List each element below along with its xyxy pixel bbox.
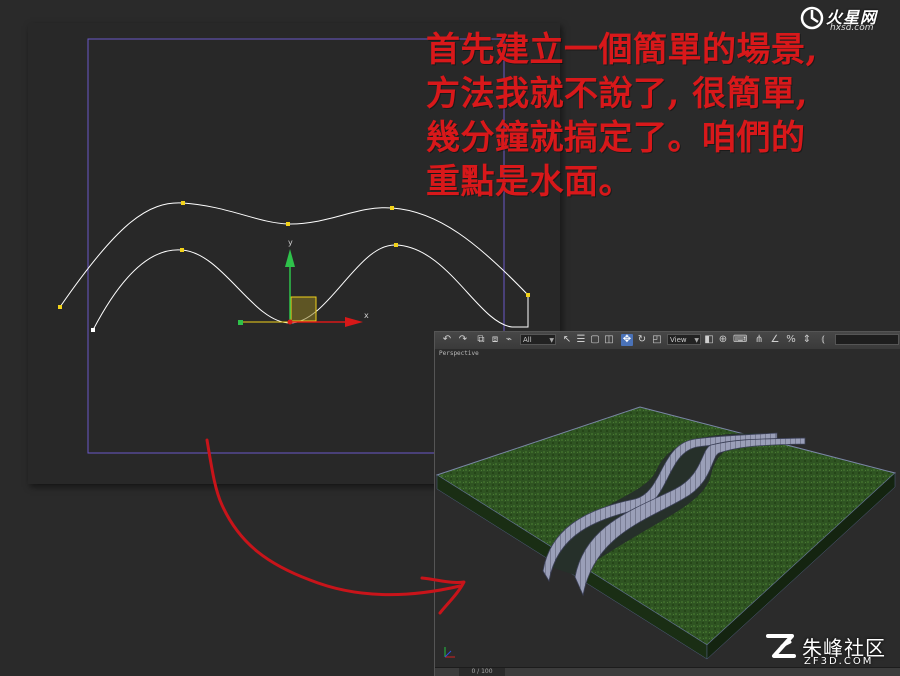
- move-gizmo[interactable]: y x: [238, 238, 369, 327]
- select-manipulate-icon[interactable]: ⊕: [717, 334, 729, 346]
- named-selection-set-field[interactable]: [835, 334, 899, 345]
- select-by-name-icon[interactable]: ☰: [575, 334, 587, 346]
- outer-spline[interactable]: [59, 202, 529, 308]
- gizmo-x-arrow-icon[interactable]: [345, 317, 363, 327]
- unlink-icon[interactable]: ⧈: [489, 334, 501, 346]
- axis-tripod-icon: [444, 647, 455, 658]
- viewport-label: Perspective: [439, 350, 479, 357]
- scale-icon[interactable]: ◰: [651, 334, 663, 346]
- axis-y-label: y: [288, 238, 293, 247]
- window-crossing-icon[interactable]: ◫: [603, 334, 615, 346]
- spline-vertex[interactable]: [390, 206, 394, 210]
- rotate-icon[interactable]: ↻: [636, 334, 648, 346]
- rectangle-selection-icon[interactable]: ▢: [589, 334, 601, 346]
- zf3d-logo: 朱峰社区 ZF3D.COM: [764, 630, 896, 670]
- reference-coord-value: View: [670, 336, 687, 344]
- axis-x-label: x: [364, 311, 369, 320]
- fire-star-logo-icon: [800, 6, 824, 30]
- zf3d-logo-icon: [766, 634, 796, 658]
- pivot-icon[interactable]: ◧: [703, 334, 715, 346]
- named-selection-icon[interactable]: ⦅: [817, 334, 829, 346]
- spline-vertex[interactable]: [58, 305, 62, 309]
- perspective-viewport[interactable]: Perspective: [435, 349, 900, 667]
- annotation-caption: 首先建立一個簡單的場景, 方法我就不說了, 很簡單, 幾分鐘就搞定了。咱們的 重…: [426, 28, 896, 204]
- spinner-snap-icon[interactable]: ⇕: [801, 334, 813, 346]
- spline-vertex[interactable]: [394, 243, 398, 247]
- spline-vertex-first[interactable]: [91, 328, 95, 332]
- gizmo-y-arrow-icon[interactable]: [285, 249, 295, 267]
- caption-line-3: 幾分鐘就搞定了。咱們的: [426, 118, 806, 158]
- reference-coord-dropdown[interactable]: View ▼: [667, 334, 701, 345]
- undo-icon[interactable]: ↶: [441, 334, 453, 346]
- scene-render: [435, 406, 897, 660]
- angle-snap-icon[interactable]: ∠: [769, 334, 781, 346]
- max-perspective-window[interactable]: ↶ ↷ ⧉ ⧈ ⌁ All ▼ ↖ ☰ ▢ ◫ ✥ ↻ ◰ View ▼ ◧ ⊕…: [434, 331, 900, 676]
- main-toolbar: ↶ ↷ ⧉ ⧈ ⌁ All ▼ ↖ ☰ ▢ ◫ ✥ ↻ ◰ View ▼ ◧ ⊕…: [435, 332, 900, 350]
- caption-line-4: 重點是水面。: [426, 162, 633, 202]
- redo-icon[interactable]: ↷: [457, 334, 469, 346]
- chevron-down-icon: ▼: [694, 337, 699, 344]
- chevron-down-icon: ▼: [549, 337, 554, 344]
- spline-vertex[interactable]: [526, 293, 530, 297]
- caption-line-2: 方法我就不說了, 很簡單,: [426, 74, 809, 114]
- logo-domain: ZF3D.COM: [804, 656, 874, 667]
- selection-filter-dropdown[interactable]: All ▼: [520, 334, 556, 345]
- bind-space-warp-icon[interactable]: ⌁: [503, 334, 515, 346]
- spline-vertex[interactable]: [180, 248, 184, 252]
- percent-snap-icon[interactable]: %: [785, 334, 797, 346]
- selection-filter-value: All: [523, 336, 532, 344]
- caption-line-1: 首先建立一個簡單的場景,: [426, 30, 818, 70]
- spline-vertex[interactable]: [286, 222, 290, 226]
- link-icon[interactable]: ⧉: [475, 334, 487, 346]
- keyboard-shortcut-icon[interactable]: ⌨: [733, 334, 747, 346]
- snap-icon[interactable]: ⋔: [753, 334, 765, 346]
- select-object-icon[interactable]: ↖: [561, 334, 573, 346]
- move-icon[interactable]: ✥: [621, 334, 633, 346]
- spline-vertex[interactable]: [181, 201, 185, 205]
